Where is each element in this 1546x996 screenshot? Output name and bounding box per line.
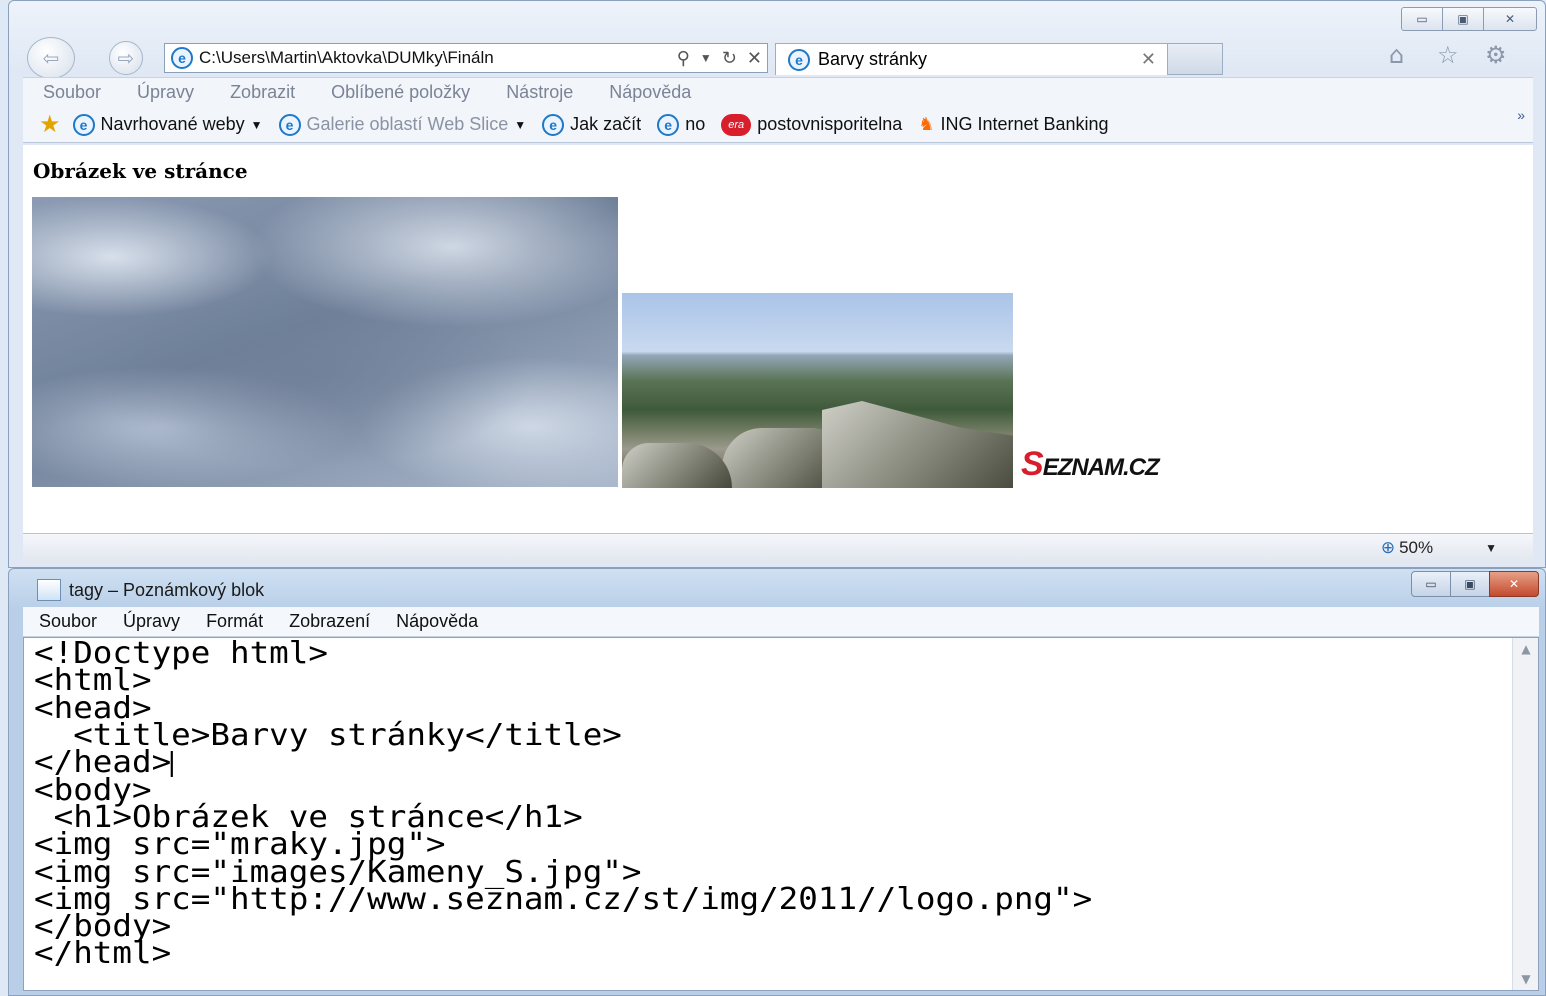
logo-initial: S bbox=[1021, 445, 1044, 483]
text-caret bbox=[171, 750, 174, 777]
page-heading: Obrázek ve stránce bbox=[33, 159, 248, 183]
fav-no[interactable]: e no bbox=[657, 113, 706, 136]
chevron-down-icon: ▼ bbox=[250, 117, 263, 132]
vertical-scrollbar[interactable]: ▲ ▼ bbox=[1512, 638, 1538, 990]
browser-menu-bar: Soubor Úpravy Zobrazit Oblíbené položky … bbox=[23, 77, 1533, 107]
address-bar[interactable]: e C:\Users\Martin\Aktovka\DUMky\Fináln ⚲… bbox=[164, 43, 768, 73]
fav-jak-zacit[interactable]: e Jak začít bbox=[542, 113, 642, 136]
tab-title: Barvy stránky bbox=[818, 49, 928, 69]
code-line: </html> bbox=[34, 936, 172, 972]
menu-nastroje[interactable]: Nástroje bbox=[506, 82, 573, 103]
fav-navrhovane-weby[interactable]: e Navrhované weby ▼ bbox=[72, 113, 263, 136]
fav-postovnisporitelna[interactable]: era postovnisporitelna bbox=[721, 113, 903, 136]
status-bar: ⊕ 50% ▼ bbox=[23, 533, 1533, 563]
notepad-close-button[interactable]: ✕ bbox=[1489, 571, 1539, 597]
stop-icon[interactable]: ✕ bbox=[742, 48, 767, 69]
browser-window: ▭ ▣ ✕ ⇦ ⇨ e C:\Users\Martin\Aktovka\DUMk… bbox=[8, 0, 1546, 568]
ie-fav-icon: e bbox=[657, 113, 680, 136]
notepad-window: tagy – Poznámkový blok ▭ ▣ ✕ Soubor Úpra… bbox=[8, 568, 1546, 996]
fav-ing-internet-banking[interactable]: ♞ ING Internet Banking bbox=[918, 114, 1108, 135]
minimize-button[interactable]: ▭ bbox=[1401, 7, 1443, 31]
search-icon[interactable]: ⚲ bbox=[672, 48, 695, 69]
close-button[interactable]: ✕ bbox=[1483, 7, 1537, 31]
notepad-titlebar: tagy – Poznámkový blok bbox=[37, 579, 264, 601]
notepad-maximize-button[interactable]: ▣ bbox=[1450, 571, 1490, 597]
page-content: Obrázek ve stránce SEZNAM.CZ bbox=[23, 145, 1533, 533]
notepad-editor[interactable]: <!Doctype html> <html> <head> <title>Bar… bbox=[23, 637, 1539, 991]
np-menu-format[interactable]: Formát bbox=[206, 611, 263, 632]
rocks-landscape-image bbox=[622, 293, 1013, 488]
np-menu-napoveda[interactable]: Nápověda bbox=[396, 611, 478, 632]
address-dropdown-icon[interactable]: ▼ bbox=[695, 51, 717, 65]
back-arrow-icon: ⇦ bbox=[42, 46, 60, 70]
clouds-image bbox=[32, 197, 618, 487]
chevron-down-icon: ▼ bbox=[514, 117, 527, 132]
back-button[interactable]: ⇦ bbox=[27, 37, 75, 79]
ie-fav-icon: e bbox=[278, 113, 301, 136]
ie-fav-icon: e bbox=[542, 113, 565, 136]
fav-label: ING Internet Banking bbox=[940, 114, 1109, 134]
fav-label: Galerie oblastí Web Slice bbox=[306, 114, 509, 134]
menu-upravy[interactable]: Úpravy bbox=[137, 82, 194, 103]
notepad-menu-bar: Soubor Úpravy Formát Zobrazení Nápověda bbox=[23, 607, 1539, 637]
browser-window-controls: ▭ ▣ ✕ bbox=[1401, 7, 1537, 31]
tab-barvy-stranky[interactable]: e Barvy stránky ✕ bbox=[775, 43, 1169, 75]
ie-page-icon: e bbox=[171, 47, 193, 69]
zoom-control[interactable]: ⊕ 50% ▼ bbox=[1381, 538, 1497, 558]
ie-fav-icon: e bbox=[72, 113, 95, 136]
np-menu-zobrazeni[interactable]: Zobrazení bbox=[289, 611, 370, 632]
notepad-minimize-button[interactable]: ▭ bbox=[1411, 571, 1451, 597]
code-line: <img src="http://www.seznam.cz/st/img/20… bbox=[34, 881, 1093, 917]
seznam-logo: SEZNAM.CZ bbox=[1021, 445, 1160, 484]
np-menu-soubor[interactable]: Soubor bbox=[39, 611, 97, 632]
menu-zobrazit[interactable]: Zobrazit bbox=[230, 82, 295, 103]
zoom-magnifier-icon: ⊕ bbox=[1380, 538, 1396, 557]
menu-napoveda[interactable]: Nápověda bbox=[609, 82, 691, 103]
gear-icon[interactable]: ⚙ bbox=[1485, 41, 1507, 69]
fav-label: Navrhované weby bbox=[100, 114, 245, 134]
zoom-level: 50% bbox=[1399, 538, 1434, 557]
fav-galerie-web-slice[interactable]: e Galerie oblastí Web Slice ▼ bbox=[278, 113, 527, 136]
favorites-bar: ★ e Navrhované weby ▼ e Galerie oblastí … bbox=[23, 107, 1533, 143]
code-text: <!Doctype html> <html> <head> <title>Bar… bbox=[34, 639, 1093, 972]
favorites-overflow-icon[interactable]: » bbox=[1517, 107, 1525, 123]
fav-label: Jak začít bbox=[570, 114, 642, 134]
home-icon[interactable]: ⌂ bbox=[1389, 41, 1404, 69]
favorites-star-icon[interactable]: ☆ bbox=[1437, 41, 1459, 69]
maximize-button[interactable]: ▣ bbox=[1442, 7, 1484, 31]
notepad-window-controls: ▭ ▣ ✕ bbox=[1411, 571, 1539, 597]
rock-shape bbox=[822, 401, 1013, 488]
logo-text: EZNAM.CZ bbox=[1042, 454, 1160, 481]
fav-label: no bbox=[685, 114, 706, 134]
np-menu-upravy[interactable]: Úpravy bbox=[123, 611, 180, 632]
fav-label: postovnisporitelna bbox=[757, 114, 903, 134]
menu-oblibene[interactable]: Oblíbené položky bbox=[331, 82, 470, 103]
zoom-dropdown-icon[interactable]: ▼ bbox=[1485, 541, 1497, 555]
scroll-down-icon[interactable]: ▼ bbox=[1513, 968, 1539, 990]
favorites-add-star-icon[interactable]: ★ bbox=[39, 110, 61, 139]
refresh-icon[interactable]: ↻ bbox=[717, 48, 742, 69]
notepad-icon bbox=[37, 579, 61, 601]
menu-soubor[interactable]: Soubor bbox=[43, 82, 101, 103]
tab-close-icon[interactable]: ✕ bbox=[1141, 49, 1156, 70]
new-tab-button[interactable] bbox=[1167, 43, 1223, 75]
scroll-up-icon[interactable]: ▲ bbox=[1513, 638, 1539, 660]
rock-shape bbox=[622, 443, 732, 488]
ing-lion-icon: ♞ bbox=[918, 114, 935, 134]
notepad-title: tagy – Poznámkový blok bbox=[69, 579, 265, 600]
address-text: C:\Users\Martin\Aktovka\DUMky\Fináln bbox=[199, 48, 494, 67]
era-badge-icon: era bbox=[721, 113, 752, 136]
ie-tab-icon: e bbox=[788, 48, 810, 71]
forward-arrow-icon: ⇨ bbox=[117, 46, 135, 70]
forward-button[interactable]: ⇨ bbox=[109, 41, 143, 75]
